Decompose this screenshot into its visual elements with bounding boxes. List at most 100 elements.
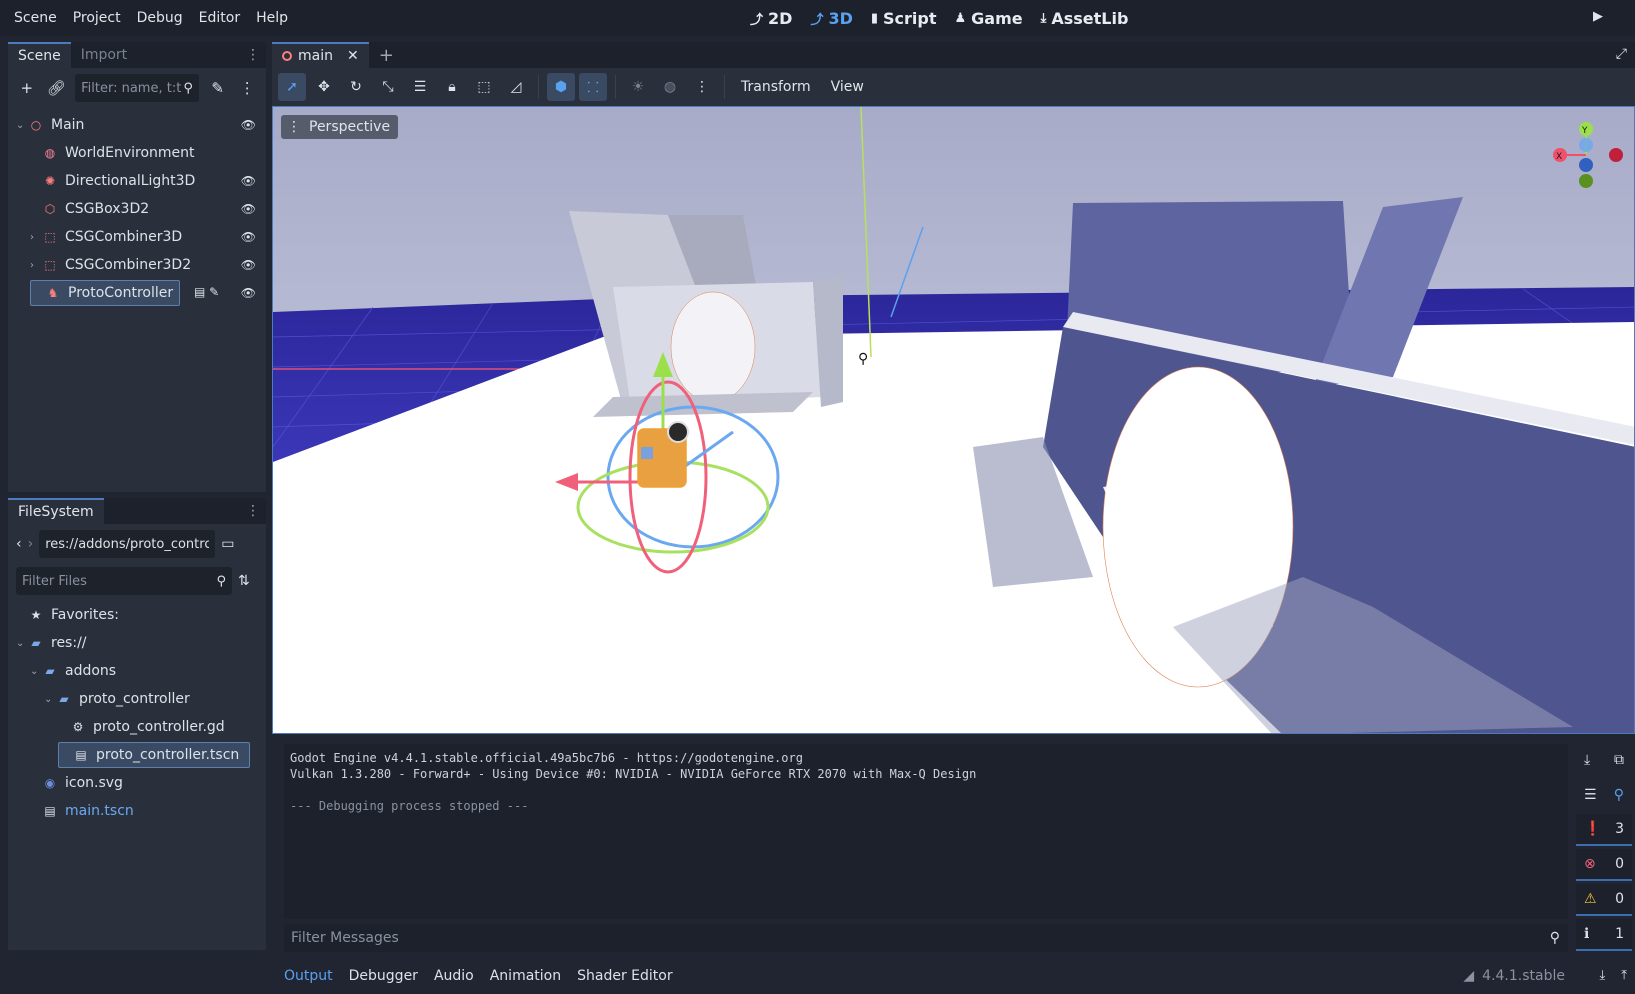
tab-filesystem[interactable]: FileSystem <box>8 498 104 524</box>
sun-icon: ☀ <box>631 79 645 95</box>
visibility-eye-icon[interactable]: 👁︎ <box>241 174 256 188</box>
more-options-button[interactable]: ⋮ <box>688 73 716 101</box>
3d-viewport[interactable]: ⚲ ⋮ Perspective Y X <box>272 106 1635 734</box>
scene-tree-item[interactable]: ⌄ ○ Main <box>16 112 84 138</box>
local-space-button[interactable]: ⬢ <box>547 73 575 101</box>
scene-tab-main[interactable]: main ✕ <box>272 42 369 68</box>
filesystem-item[interactable]: ★ Favorites: <box>16 602 119 628</box>
preview-sun-button[interactable]: ☀ <box>624 73 652 101</box>
lock-button[interactable]: 🔒︎ <box>438 73 466 101</box>
dock-menu-icon[interactable]: ⋮ <box>246 47 260 63</box>
errors-filter-toggle[interactable]: ⊗ 0 <box>1576 849 1632 881</box>
path-field[interactable]: res://addons/proto_contro <box>39 530 216 558</box>
sort-icon[interactable]: ⇅ <box>238 573 250 589</box>
workspace-assetlib-button[interactable]: ⤓ AssetLib <box>1041 9 1129 28</box>
perspective-menu-button[interactable]: ⋮ Perspective <box>281 115 399 139</box>
scene-tree-item[interactable]: ✺ DirectionalLight3D <box>30 168 195 194</box>
group-button[interactable]: ⬚ <box>470 73 498 101</box>
menu-scene[interactable]: Scene <box>6 0 65 36</box>
filesystem-item[interactable]: ⌄ ▰ res:// <box>16 630 87 656</box>
pin-icon[interactable]: ⤓ <box>1600 968 1606 983</box>
tab-output[interactable]: Output <box>284 958 333 994</box>
tab-scene[interactable]: Scene <box>8 42 71 68</box>
neg-x-axis-handle[interactable] <box>1609 148 1623 162</box>
z-axis-handle[interactable] <box>1579 158 1593 172</box>
scene-tree-item[interactable]: ⬡ CSGBox3D2 <box>30 196 149 222</box>
filesystem-item[interactable]: ◉ icon.svg <box>30 770 123 796</box>
visibility-eye-icon[interactable]: 👁︎ <box>241 118 256 132</box>
instance-scene-button[interactable]: 🔗︎ <box>46 77 68 99</box>
scene-filter-input[interactable]: Filter: name, t:t ⚲ <box>75 74 199 102</box>
scale-mode-button[interactable]: ⤡ <box>374 73 402 101</box>
filesystem-item[interactable]: ⌄ ▰ addons <box>30 658 116 684</box>
collapse-icon[interactable]: ☰ <box>1584 787 1597 803</box>
chevron-right-icon[interactable]: › <box>30 232 42 243</box>
scene-tree-item[interactable]: ♞ ProtoController <box>30 280 180 306</box>
scene-tree-item[interactable]: › ⬚ CSGCombiner3D <box>30 224 182 250</box>
menu-debug[interactable]: Debug <box>129 0 191 36</box>
transform-menu[interactable]: Transform <box>733 79 819 95</box>
filesystem-item[interactable]: ⚙ proto_controller.gd <box>58 714 225 740</box>
visibility-eye-icon[interactable]: 👁︎ <box>241 230 256 244</box>
expand-panel-icon[interactable]: ⤒ <box>1621 968 1627 983</box>
tab-import[interactable]: Import <box>71 42 137 68</box>
search-icon[interactable]: ⚲ <box>1614 787 1624 803</box>
clear-output-icon[interactable]: ⤓ <box>1584 752 1590 768</box>
filesystem-item[interactable]: ⌄ ▰ proto_controller <box>44 686 190 712</box>
node-scene-script-icons[interactable]: ▤ ✎ <box>194 285 219 299</box>
list-select-button[interactable]: ☰ <box>406 73 434 101</box>
chevron-down-icon[interactable]: ⌄ <box>44 694 56 705</box>
rotate-mode-button[interactable]: ↻ <box>342 73 370 101</box>
menu-editor[interactable]: Editor <box>191 0 248 36</box>
warnings-filter-toggle[interactable]: ⚠ 0 <box>1576 884 1632 916</box>
info-filter-toggle[interactable]: ℹ 1 <box>1576 919 1632 951</box>
scene-options-button[interactable]: ⋮ <box>236 77 258 99</box>
visibility-eye-icon[interactable]: 👁︎ <box>241 258 256 272</box>
tab-animation[interactable]: Animation <box>490 958 561 994</box>
workspace-2d-button[interactable]: ⤴ 2D <box>750 9 792 28</box>
filesystem-item[interactable]: ▤ main.tscn <box>30 798 133 824</box>
neg-y-axis-handle[interactable] <box>1579 174 1593 188</box>
filter-files-input[interactable]: Filter Files ⚲ <box>16 567 232 595</box>
tab-shader-editor[interactable]: Shader Editor <box>577 958 672 994</box>
neg-z-axis-handle[interactable] <box>1579 138 1593 152</box>
move-mode-button[interactable]: ✥ <box>310 73 338 101</box>
add-scene-tab-button[interactable]: + <box>379 45 394 66</box>
chevron-down-icon[interactable]: ⌄ <box>16 120 28 131</box>
tab-debugger[interactable]: Debugger <box>349 958 418 994</box>
filesystem-item[interactable]: ▤ proto_controller.tscn <box>58 742 250 768</box>
messages-filter-toggle[interactable]: ❗ 3 <box>1576 814 1632 846</box>
fullscreen-icon[interactable]: ⤢ <box>1616 46 1627 62</box>
menu-project[interactable]: Project <box>65 0 129 36</box>
chevron-right-icon[interactable]: › <box>30 260 42 271</box>
close-icon[interactable]: ✕ <box>347 48 359 64</box>
chevron-down-icon[interactable]: ⌄ <box>30 666 42 677</box>
axis-gizmo[interactable]: Y X <box>1550 117 1630 197</box>
add-node-button[interactable]: + <box>16 77 38 99</box>
viewport-render[interactable]: ⚲ <box>273 107 1635 734</box>
forward-icon[interactable]: › <box>28 536 34 552</box>
workspace-3d-button[interactable]: ⤴ 3D <box>810 9 852 28</box>
view-menu[interactable]: View <box>823 79 872 95</box>
workspace-script-button[interactable]: ▮ Script <box>871 9 937 28</box>
visibility-eye-icon[interactable]: 👁︎ <box>241 286 256 300</box>
filter-messages-input[interactable]: Filter Messages ⚲ <box>284 924 1568 952</box>
select-mode-button[interactable]: ➚ <box>278 73 306 101</box>
snap-button[interactable]: ⸬ <box>579 73 607 101</box>
workspace-game-button[interactable]: ♟ Game <box>955 9 1023 28</box>
scene-tree-item[interactable]: › ⬚ CSGCombiner3D2 <box>30 252 191 278</box>
dock-menu-icon[interactable]: ⋮ <box>246 503 260 519</box>
attach-script-button[interactable]: ✎ <box>207 77 229 99</box>
split-view-icon[interactable]: ▭ <box>221 536 234 552</box>
output-log[interactable]: Godot Engine v4.4.1.stable.official.49a5… <box>284 744 1568 919</box>
tab-audio[interactable]: Audio <box>434 958 474 994</box>
visibility-eye-icon[interactable]: 👁︎ <box>241 202 256 216</box>
copy-icon[interactable]: ⧉ <box>1614 752 1624 768</box>
scene-tree-item[interactable]: ◍ WorldEnvironment <box>30 140 195 166</box>
play-button[interactable]: ▶ <box>1593 9 1611 27</box>
ruler-button[interactable]: ◿ <box>502 73 530 101</box>
preview-environment-button[interactable]: ◍ <box>656 73 684 101</box>
chevron-down-icon[interactable]: ⌄ <box>16 638 28 649</box>
menu-help[interactable]: Help <box>248 0 296 36</box>
back-icon[interactable]: ‹ <box>16 536 22 552</box>
